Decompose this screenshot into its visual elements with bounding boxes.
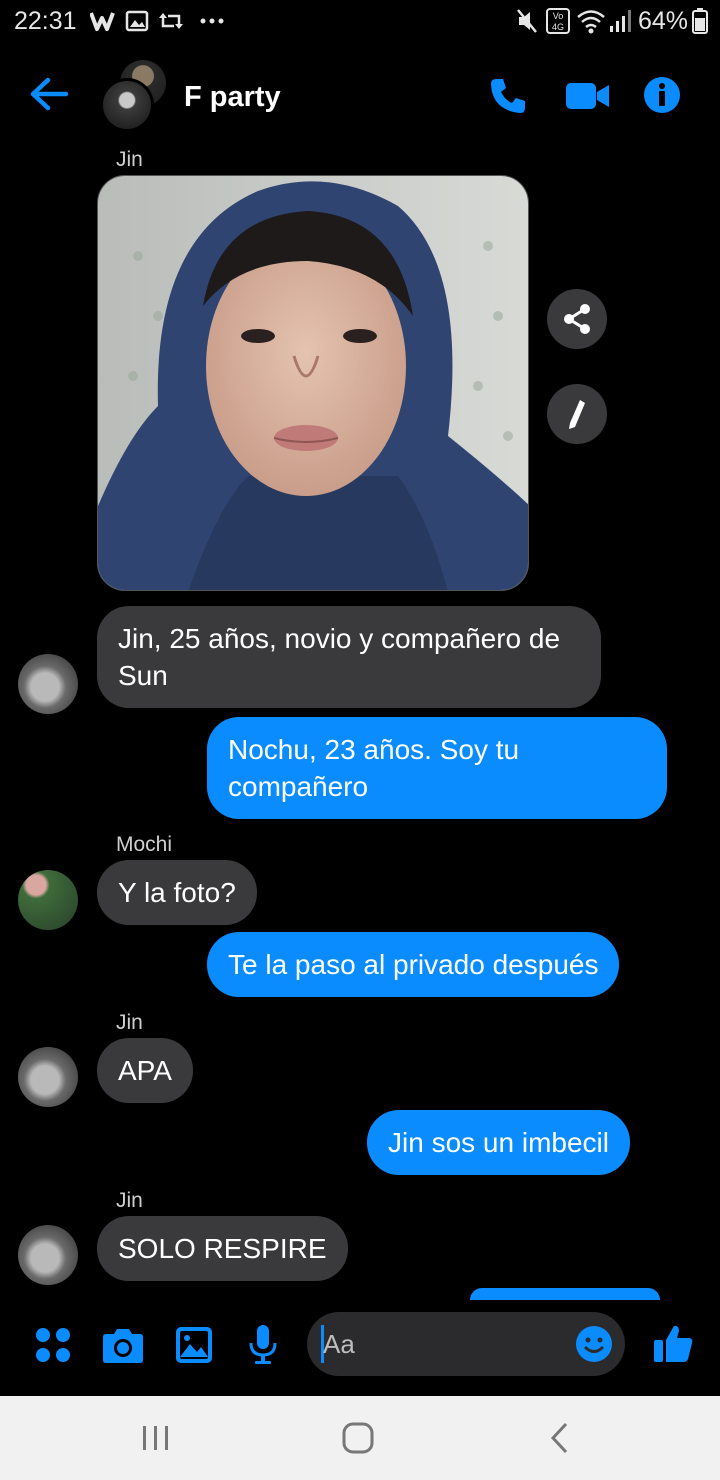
signal-icon: [610, 10, 631, 32]
android-navigation-bar: [0, 1396, 720, 1480]
message-input[interactable]: Aa: [307, 1312, 625, 1376]
retweet-icon: [159, 13, 183, 29]
message-bubble-outgoing-partial[interactable]: [470, 1288, 660, 1300]
group-avatar[interactable]: [100, 60, 168, 132]
pencil-icon: [569, 400, 585, 429]
gallery-notification-icon: [125, 10, 149, 32]
chat-title[interactable]: F party: [184, 81, 281, 114]
microphone-icon[interactable]: [248, 1324, 278, 1366]
w-app-icon: [90, 12, 115, 31]
status-bar: 22:31 Vo 4G 64%: [0, 0, 720, 44]
battery-icon: [692, 8, 708, 34]
svg-text:Vo: Vo: [553, 11, 564, 21]
edit-button[interactable]: [547, 384, 607, 444]
group-member-avatar-2: [100, 78, 154, 132]
home-icon[interactable]: [340, 1420, 376, 1456]
camera-icon[interactable]: [102, 1326, 144, 1364]
chat-header: F party: [0, 52, 720, 142]
back-arrow-icon[interactable]: [28, 76, 70, 112]
sender-name: Mochi: [116, 833, 173, 856]
share-icon: [564, 304, 590, 334]
gallery-icon[interactable]: [175, 1326, 213, 1364]
avatar-jin[interactable]: [18, 654, 78, 714]
volte-icon: Vo 4G: [546, 8, 570, 34]
message-bubble-outgoing[interactable]: Nochu, 23 años. Soy tu compañero: [207, 717, 667, 819]
wifi-icon: [577, 10, 605, 34]
composer-bar: Aa: [0, 1300, 720, 1396]
message-bubble-outgoing[interactable]: Te la paso al privado después: [207, 932, 620, 997]
message-input-placeholder: Aa: [323, 1329, 355, 1359]
message-bubble-incoming[interactable]: APA: [97, 1038, 193, 1103]
avatar-jin[interactable]: [18, 1047, 78, 1107]
message-bubble-incoming[interactable]: SOLO RESPIRE: [97, 1216, 348, 1281]
avatar-jin[interactable]: [18, 1225, 78, 1285]
message-bubble-incoming[interactable]: Y la foto?: [97, 860, 257, 925]
emoji-icon[interactable]: [575, 1325, 613, 1363]
phone-call-icon[interactable]: [488, 76, 528, 116]
sender-name: Jin: [116, 148, 143, 171]
sender-name: Jin: [116, 1189, 143, 1212]
share-button[interactable]: [547, 289, 607, 349]
status-time: 22:31: [14, 7, 77, 35]
sender-name: Jin: [116, 1011, 143, 1034]
avatar-mochi[interactable]: [18, 870, 78, 930]
svg-text:4G: 4G: [552, 22, 564, 32]
message-bubble-outgoing[interactable]: Jin sos un imbecil: [367, 1110, 630, 1175]
shared-photo[interactable]: [97, 175, 529, 591]
recent-apps-icon[interactable]: [140, 1424, 172, 1452]
message-bubble-incoming[interactable]: Jin, 25 años, novio y compañero de Sun: [97, 606, 601, 708]
more-notifications-icon: [200, 18, 224, 24]
mute-icon: [517, 9, 537, 33]
back-nav-icon[interactable]: [546, 1420, 572, 1456]
like-thumb-icon[interactable]: [652, 1322, 694, 1364]
more-actions-icon[interactable]: [34, 1326, 72, 1364]
photo-image: [98, 176, 528, 590]
info-icon[interactable]: [643, 76, 681, 114]
battery-percentage: 64%: [638, 7, 689, 35]
video-call-icon[interactable]: [565, 80, 611, 112]
